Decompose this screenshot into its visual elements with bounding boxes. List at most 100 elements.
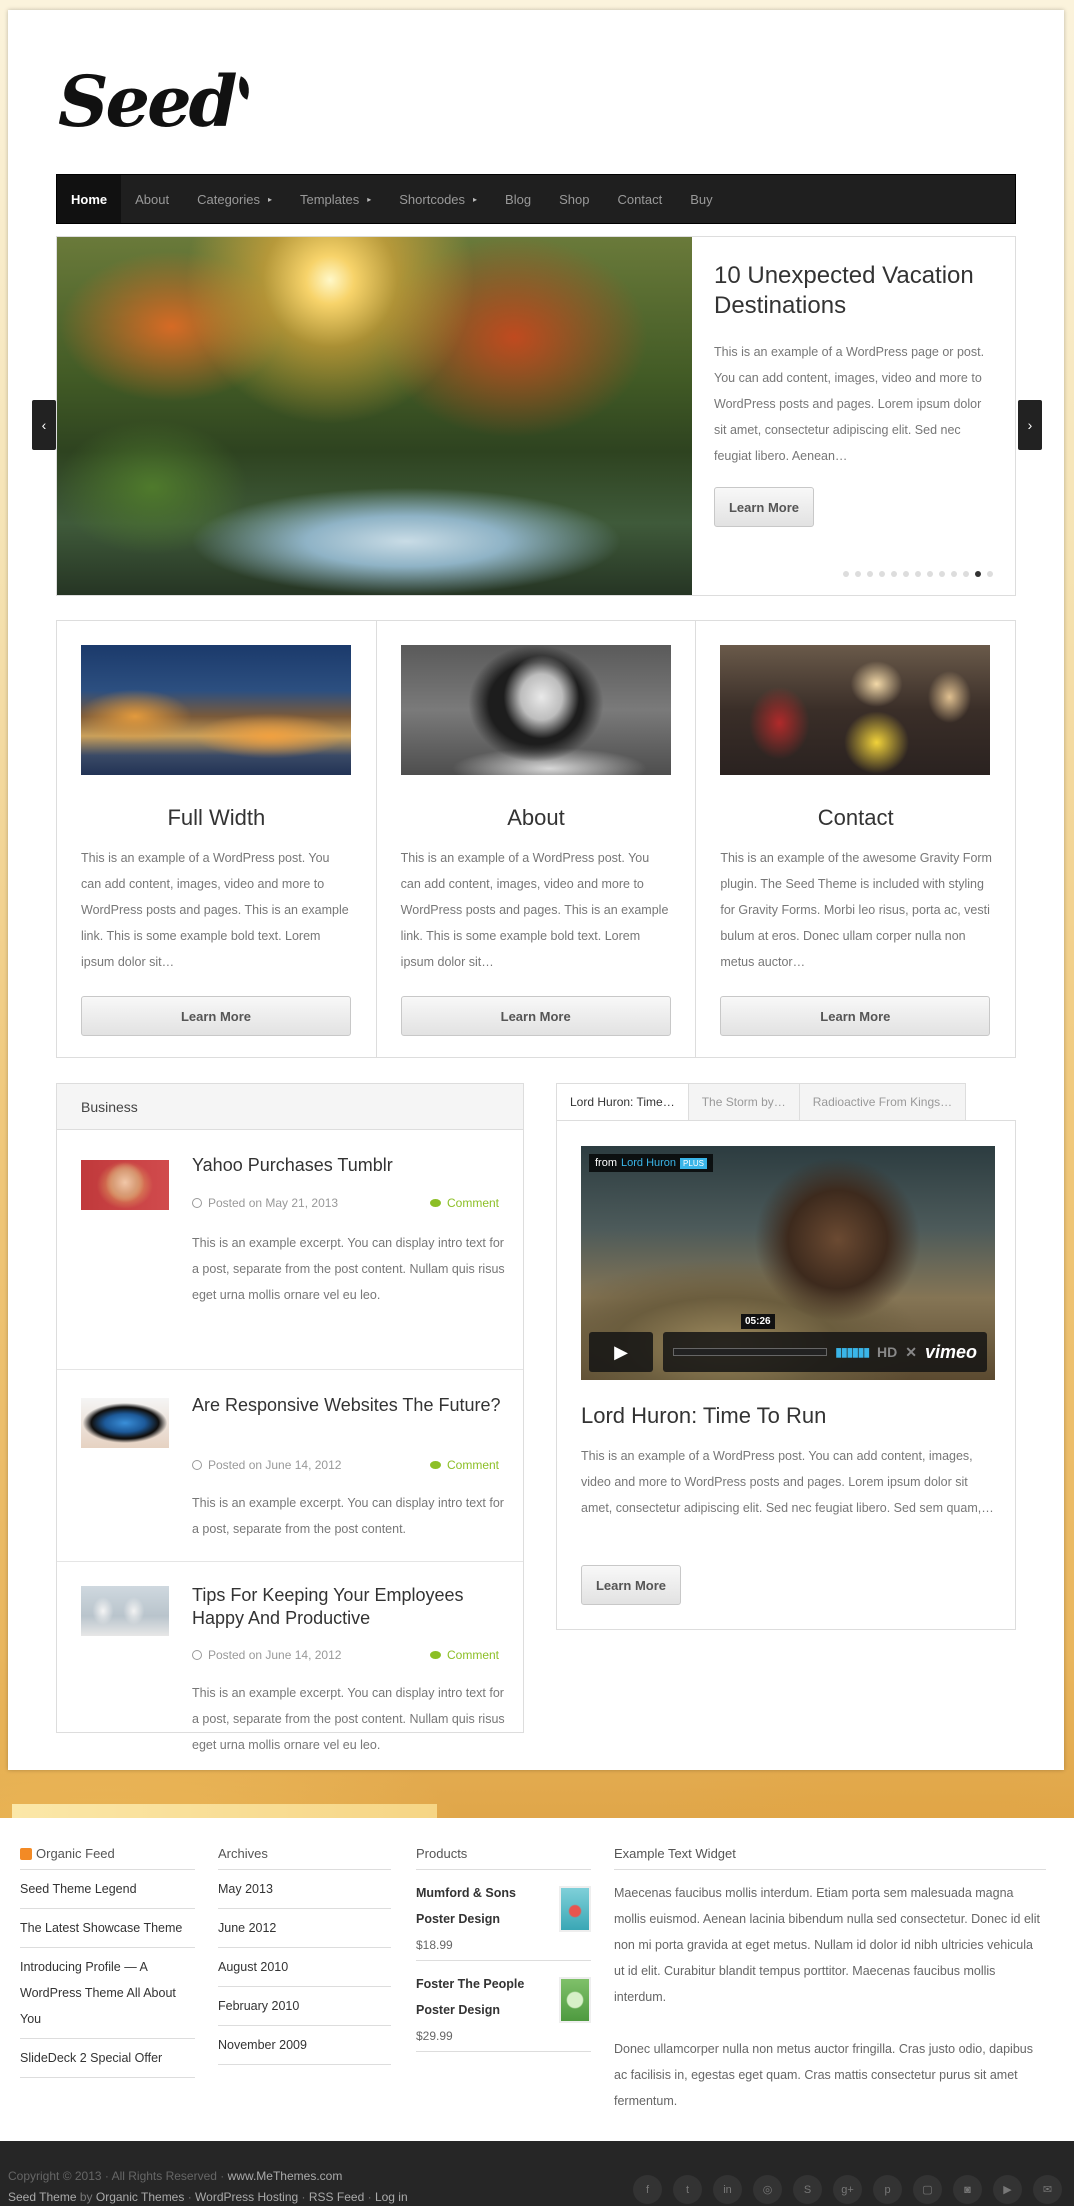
- slider-dot[interactable]: [975, 571, 981, 577]
- slider-dot[interactable]: [927, 571, 933, 577]
- slider-dot[interactable]: [915, 571, 921, 577]
- nav-item-contact[interactable]: Contact: [603, 175, 676, 223]
- login-link[interactable]: Log in: [375, 2190, 408, 2204]
- nav-item-buy[interactable]: Buy: [676, 175, 726, 223]
- post-thumbnail[interactable]: [81, 1586, 169, 1636]
- post-thumbnail[interactable]: [81, 1398, 169, 1448]
- theme-link[interactable]: Seed Theme: [8, 2190, 77, 2204]
- linkedin-icon[interactable]: in: [713, 2175, 742, 2204]
- feed-link[interactable]: SlideDeck 2 Special Offer: [20, 2051, 162, 2065]
- business-heading: Business: [57, 1084, 523, 1130]
- facebook-icon[interactable]: f: [633, 2175, 662, 2204]
- hosting-link[interactable]: WordPress Hosting: [195, 2190, 298, 2204]
- feature-learn-more-button[interactable]: Learn More: [400, 996, 671, 1036]
- volume-icon[interactable]: ▮▮▮▮▮▮: [835, 1345, 870, 1359]
- feature-learn-more-button[interactable]: Learn More: [81, 996, 351, 1036]
- nav-item-blog[interactable]: Blog: [491, 175, 545, 223]
- feature-learn-more-button[interactable]: Learn More: [720, 996, 991, 1036]
- hd-toggle[interactable]: HD: [877, 1344, 897, 1360]
- slider-dot[interactable]: [987, 571, 993, 577]
- slider-next-arrow-icon[interactable]: ›: [1018, 400, 1042, 450]
- tab-the-storm[interactable]: The Storm by…: [687, 1083, 799, 1121]
- product-name[interactable]: Mumford & Sons Poster Design: [416, 1880, 546, 1932]
- slider-dot[interactable]: [903, 571, 909, 577]
- product-thumbnail[interactable]: [559, 1977, 591, 2023]
- google-plus-icon[interactable]: g+: [833, 2175, 862, 2204]
- video-learn-more-button[interactable]: Learn More: [581, 1565, 681, 1605]
- tab-lord-huron[interactable]: Lord Huron: Time…: [556, 1083, 688, 1121]
- feed-link[interactable]: The Latest Showcase Theme: [20, 1921, 182, 1935]
- site-logo[interactable]: Seed: [58, 60, 254, 143]
- plus-badge: PLUS: [680, 1157, 707, 1169]
- post-thumbnail[interactable]: [81, 1160, 169, 1210]
- slider-dot[interactable]: [879, 571, 885, 577]
- slide-learn-more-button[interactable]: Learn More: [714, 487, 814, 527]
- slider-dot[interactable]: [951, 571, 957, 577]
- site-link[interactable]: www.MeThemes.com: [228, 2169, 343, 2183]
- instagram-icon[interactable]: ◙: [953, 2175, 982, 2204]
- video-player[interactable]: from Lord Huron PLUS ▶ 05:26 ▮▮▮▮▮▮ HD ✕…: [581, 1146, 995, 1380]
- tab-radioactive[interactable]: Radioactive From Kings…: [798, 1083, 967, 1121]
- product-thumbnail[interactable]: [559, 1886, 591, 1932]
- widget-heading-text: Organic Feed: [36, 1846, 115, 1861]
- post-date: Posted on May 21, 2013: [192, 1196, 338, 1210]
- slider-prev-arrow-icon[interactable]: ‹: [32, 400, 56, 450]
- nav-item-about[interactable]: About: [121, 175, 183, 223]
- feature-title[interactable]: About: [377, 805, 696, 831]
- post-title[interactable]: Tips For Keeping Your Employees Happy An…: [192, 1584, 512, 1630]
- slider-dot[interactable]: [867, 571, 873, 577]
- vimeo-logo[interactable]: vimeo: [925, 1342, 977, 1363]
- slider-dot[interactable]: [963, 571, 969, 577]
- archive-link[interactable]: May 2013: [218, 1882, 273, 1896]
- email-icon[interactable]: ✉: [1033, 2175, 1062, 2204]
- widget-paragraph: Maecenas faucibus mollis interdum. Etiam…: [614, 1886, 1040, 2004]
- feature-about: About This is an example of a WordPress …: [377, 621, 697, 1057]
- rss-feed-link[interactable]: RSS Feed: [309, 2190, 364, 2204]
- from-name[interactable]: Lord Huron: [621, 1157, 676, 1169]
- feature-title[interactable]: Full Width: [57, 805, 376, 831]
- nav-item-shop[interactable]: Shop: [545, 175, 603, 223]
- product-price: $18.99: [416, 1938, 453, 1952]
- nav-item-home[interactable]: Home: [57, 175, 122, 223]
- comment-link[interactable]: Comment: [429, 1196, 499, 1210]
- slider-dot[interactable]: [939, 571, 945, 577]
- archive-link[interactable]: August 2010: [218, 1960, 288, 1974]
- video-from-badge[interactable]: from Lord Huron PLUS: [589, 1154, 713, 1172]
- post-title[interactable]: Are Responsive Websites The Future?: [192, 1394, 512, 1417]
- comment-link[interactable]: Comment: [429, 1458, 499, 1472]
- nav-item-categories[interactable]: Categories ▸: [183, 175, 286, 223]
- clock-icon: [192, 1650, 202, 1660]
- slide-title[interactable]: 10 Unexpected Vacation Destinations: [714, 261, 994, 321]
- feature-image-venice[interactable]: [81, 645, 351, 775]
- comment-link[interactable]: Comment: [429, 1648, 499, 1662]
- fullscreen-icon[interactable]: ✕: [905, 1344, 917, 1361]
- nav-item-shortcodes[interactable]: Shortcodes ▸: [385, 175, 491, 223]
- slider-dot[interactable]: [855, 571, 861, 577]
- archive-link[interactable]: November 2009: [218, 2038, 307, 2052]
- slider-dot[interactable]: [843, 571, 849, 577]
- nav-item-templates[interactable]: Templates ▸: [286, 175, 385, 223]
- feed-link[interactable]: Seed Theme Legend: [20, 1882, 137, 1896]
- product-name[interactable]: Foster The People Poster Design: [416, 1971, 546, 2023]
- post-title[interactable]: Yahoo Purchases Tumblr: [192, 1154, 512, 1177]
- tumblr-icon[interactable]: ▢: [913, 2175, 942, 2204]
- archive-link[interactable]: June 2012: [218, 1921, 276, 1935]
- dribbble-icon[interactable]: ◎: [753, 2175, 782, 2204]
- pinterest-icon[interactable]: p: [873, 2175, 902, 2204]
- feature-title[interactable]: Contact: [696, 805, 1015, 831]
- slider-dot[interactable]: [891, 571, 897, 577]
- play-icon[interactable]: ▶: [589, 1332, 653, 1372]
- video-time: 05:26: [741, 1314, 775, 1329]
- skype-icon[interactable]: S: [793, 2175, 822, 2204]
- organic-themes-link[interactable]: Organic Themes: [96, 2190, 184, 2204]
- youtube-icon[interactable]: ▶: [993, 2175, 1022, 2204]
- video-progress-bar[interactable]: [673, 1348, 828, 1356]
- feed-link[interactable]: Introducing Profile — A WordPress Theme …: [20, 1960, 176, 2026]
- twitter-icon[interactable]: t: [673, 2175, 702, 2204]
- organic-feed-list: Seed Theme Legend The Latest Showcase Th…: [20, 1870, 195, 2078]
- feature-image-crowd[interactable]: [720, 645, 991, 775]
- feature-image-portrait[interactable]: [400, 645, 671, 775]
- archive-link[interactable]: February 2010: [218, 1999, 299, 2013]
- slide-image[interactable]: [57, 237, 692, 595]
- video-title[interactable]: Lord Huron: Time To Run: [581, 1403, 826, 1429]
